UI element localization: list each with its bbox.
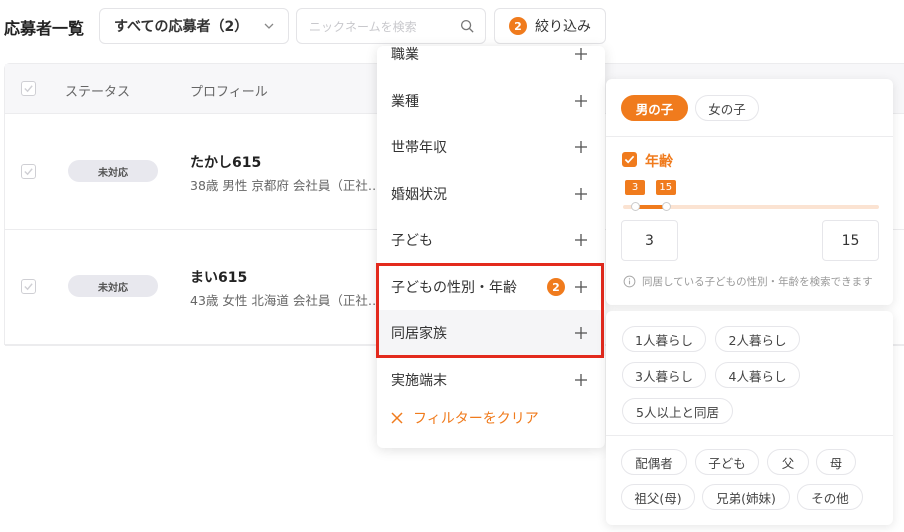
filter-count-badge: 2 xyxy=(509,17,527,35)
child-gender-age-panel: 男の子 女の子 年齢 3 15 3 15 同居している子どもの性別・年齢を検索で… xyxy=(606,79,893,305)
household-chip[interactable]: 1人暮らし xyxy=(622,326,706,352)
filter-item-label: 婚姻状況 xyxy=(391,187,447,203)
filter-item-count-badge: 2 xyxy=(547,278,565,296)
filter-item-label: 子ども xyxy=(391,233,433,249)
page-title: 応募者一覧 xyxy=(4,19,85,38)
age-min-tooltip: 3 xyxy=(625,180,645,195)
filter-button[interactable]: 2 絞り込み xyxy=(494,8,606,44)
filter-item-label: 同居家族 xyxy=(391,326,447,342)
family-member-chip[interactable]: その他 xyxy=(797,484,863,510)
applicant-select[interactable]: すべての応募者（2） xyxy=(99,8,289,44)
column-header-profile: プロフィール xyxy=(190,85,268,100)
applicant-detail: 38歳 男性 京都府 会社員（正社… xyxy=(190,178,381,193)
search-icon[interactable] xyxy=(460,19,475,34)
filter-item-children[interactable]: 子ども xyxy=(377,217,605,263)
filter-item-occupation[interactable]: 職業 xyxy=(377,46,605,77)
plus-icon xyxy=(575,327,587,339)
household-chip[interactable]: 5人以上と同居 xyxy=(622,398,733,424)
plus-icon xyxy=(575,48,587,60)
age-max-tooltip: 15 xyxy=(655,180,676,195)
status-badge: 未対応 xyxy=(68,160,158,182)
age-min-field[interactable]: 3 xyxy=(621,220,678,261)
info-icon xyxy=(623,275,636,288)
filter-item-household-income[interactable]: 世帯年収 xyxy=(377,124,605,170)
filter-item-device[interactable]: 実施端末 xyxy=(377,357,605,403)
row-checkbox[interactable] xyxy=(21,164,36,179)
family-member-chip[interactable]: 配偶者 xyxy=(621,449,687,475)
check-icon xyxy=(624,155,635,164)
filter-item-label: 実施端末 xyxy=(391,373,447,389)
household-panel: 1人暮らし 2人暮らし 3人暮らし 4人暮らし 5人以上と同居 配偶者 子ども … xyxy=(606,311,893,525)
household-chip[interactable]: 4人暮らし xyxy=(715,362,800,388)
chevron-down-icon xyxy=(264,23,274,29)
plus-icon xyxy=(575,188,587,200)
family-member-chip[interactable]: 母 xyxy=(816,449,856,475)
filter-item-label: 業種 xyxy=(391,94,419,110)
applicant-name[interactable]: たかし615 xyxy=(190,152,261,172)
age-label: 年齢 xyxy=(645,154,673,170)
filter-button-label: 絞り込み xyxy=(535,19,591,35)
filter-menu: 職業 業種 世帯年収 婚姻状況 子ども 子どもの性別・年齢 2 同居家族 実施端… xyxy=(377,46,605,448)
select-all-checkbox[interactable] xyxy=(21,81,36,96)
household-chip[interactable]: 2人暮らし xyxy=(715,326,800,352)
search-box[interactable] xyxy=(296,8,486,44)
divider xyxy=(606,435,893,436)
close-icon xyxy=(391,412,403,424)
age-max-field[interactable]: 15 xyxy=(822,220,879,261)
gender-chip-boy[interactable]: 男の子 xyxy=(621,95,688,121)
clear-filter-button[interactable]: フィルターをクリア xyxy=(391,408,539,428)
family-member-chip[interactable]: 兄弟(姉妹) xyxy=(702,484,790,510)
family-member-chip[interactable]: 父 xyxy=(767,449,809,475)
search-input[interactable] xyxy=(309,18,449,36)
column-header-status: ステータス xyxy=(65,85,131,100)
plus-icon xyxy=(575,95,587,107)
filter-item-industry[interactable]: 業種 xyxy=(377,78,605,124)
family-member-chip[interactable]: 祖父(母) xyxy=(621,484,695,510)
plus-icon xyxy=(575,281,587,293)
filter-item-label: 世帯年収 xyxy=(391,140,447,156)
gender-chip-girl[interactable]: 女の子 xyxy=(695,95,759,121)
age-hint: 同居している子どもの性別・年齢を検索できます xyxy=(623,274,873,289)
filter-item-cohabiting-family[interactable]: 同居家族 xyxy=(377,310,605,356)
filter-item-marital-status[interactable]: 婚姻状況 xyxy=(377,171,605,217)
filter-item-label: 子どもの性別・年齢 xyxy=(391,280,517,296)
age-checkbox[interactable] xyxy=(622,152,637,167)
applicant-detail: 43歳 女性 北海道 会社員（正社… xyxy=(190,293,381,308)
age-hint-text: 同居している子どもの性別・年齢を検索できます xyxy=(642,276,873,288)
plus-icon xyxy=(575,234,587,246)
check-icon xyxy=(24,168,33,176)
family-member-chip[interactable]: 子ども xyxy=(695,449,759,475)
applicant-select-label: すべての応募者（2） xyxy=(114,19,249,35)
plus-icon xyxy=(575,374,587,386)
filter-item-label: 職業 xyxy=(391,47,419,63)
check-icon xyxy=(24,283,33,291)
age-slider-max-handle[interactable] xyxy=(661,202,671,211)
age-slider-min-handle[interactable] xyxy=(631,202,640,211)
household-chip[interactable]: 3人暮らし xyxy=(622,362,706,388)
filter-item-child-gender-age[interactable]: 子どもの性別・年齢 2 xyxy=(377,264,605,310)
check-icon xyxy=(24,85,33,93)
applicant-name[interactable]: まい615 xyxy=(190,267,247,287)
status-badge: 未対応 xyxy=(68,275,158,297)
plus-icon xyxy=(575,141,587,153)
divider xyxy=(606,136,893,137)
row-checkbox[interactable] xyxy=(21,279,36,294)
clear-filter-label: フィルターをクリア xyxy=(413,411,539,427)
